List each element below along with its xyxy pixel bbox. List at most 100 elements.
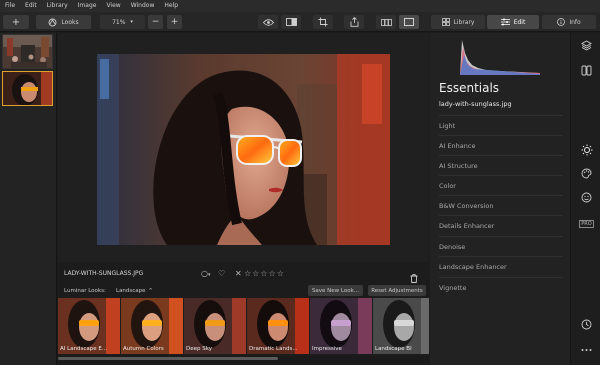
portrait-photo [97,54,390,245]
zoom-select[interactable]: 71% ▾ [100,15,145,29]
library-icon [441,18,450,26]
menu-image[interactable]: Image [78,0,97,12]
image-canvas[interactable] [58,33,429,262]
single-view-icon [404,18,414,26]
filmstrip-thumb-lady[interactable] [2,71,53,106]
crop-button[interactable] [313,15,333,29]
chevron-up-icon: ^ [148,287,153,294]
looks-category-select[interactable]: Landscape ^ [116,288,153,294]
essentials-title: Essentials [439,81,500,95]
looks-category-value: Landscape [116,287,146,294]
share-icon [350,17,358,27]
look-item[interactable]: Autumn Colors [121,298,183,354]
tab-library-label: Library [453,18,475,26]
eye-icon [262,18,274,26]
tab-info-label: Info [569,18,581,26]
chevron-down-icon: ▾ [130,19,133,25]
tab-library[interactable]: Library [431,15,485,29]
heart-icon[interactable]: ♡ [218,269,225,278]
menu-edit[interactable]: Edit [25,0,37,12]
reject-icon[interactable]: ✕ [235,269,242,278]
looks-label: Looks [61,18,79,26]
look-label: Deep Sky [186,346,212,352]
main-photo[interactable] [97,54,390,245]
looks-scrollbar[interactable] [58,356,429,361]
lady-thumbnail [3,72,52,105]
face-icon[interactable] [580,191,593,204]
luminar-window: File Edit Library Image View Window Help… [0,0,600,365]
zoom-in-button[interactable]: + [167,15,182,29]
look-label: Autumn Colors [123,346,164,352]
tool-ai-structure[interactable]: AI Structure [439,155,563,175]
canvas-icon[interactable] [580,64,593,77]
street-thumbnail [3,35,52,68]
look-item[interactable]: Deep Sky [184,298,246,354]
tool-category-bar: PRO [570,33,600,365]
looks-icon [48,18,57,26]
look-label: Impressive [312,346,342,352]
pro-label: PRO [579,219,594,228]
look-item[interactable]: Dramatic Lands... [247,298,309,354]
compare-button[interactable] [281,15,301,29]
add-label: + [11,16,21,28]
palette-icon[interactable] [580,167,593,180]
looks-button[interactable]: Looks [36,15,91,29]
toolbar: + Looks 71% ▾ − + Library Edit Info [0,12,600,32]
edit-panel: Essentials lady-with-sunglass.jpg Light … [430,33,570,365]
reset-adjustments-button[interactable]: Reset Adjustments [368,285,426,296]
history-icon[interactable] [580,318,593,331]
tool-light[interactable]: Light [439,115,563,135]
tool-details-enhancer[interactable]: Details Enhancer [439,215,563,235]
save-new-look-button[interactable]: Save New Look... [308,285,363,296]
tool-vignette[interactable]: Vignette [439,277,563,297]
menu-window[interactable]: Window [131,0,155,12]
color-label-icon[interactable]: ○▾ [201,269,211,278]
tab-edit-label: Edit [513,18,526,26]
image-filename: LADY-WITH-SUNGLASS.JPG [64,269,144,277]
menu-view[interactable]: View [106,0,120,12]
essentials-filename: lady-with-sunglass.jpg [439,100,512,108]
filmstrip-view-button[interactable] [376,15,396,29]
zoom-out-label: − [151,17,160,27]
more-icon[interactable] [580,343,593,356]
info-icon [557,18,566,26]
look-label: AI Landscape E... [60,346,108,352]
histogram [460,35,540,75]
compare-icon [285,18,297,26]
filmstrip-thumb-street[interactable] [2,34,53,69]
tool-denoise[interactable]: Denoise [439,236,563,256]
menu-file[interactable]: File [5,0,15,12]
tab-info[interactable]: Info [542,15,596,29]
image-info-bar: LADY-WITH-SUNGLASS.JPG ○▾ ♡ ✕ ☆☆☆☆☆ [58,263,429,283]
look-item[interactable]: Landscape Bl [373,298,429,354]
zoom-out-button[interactable]: − [148,15,163,29]
preview-eye-button[interactable] [258,15,278,29]
look-label: Dramatic Lands... [249,346,298,352]
single-view-button[interactable] [399,15,419,29]
menu-library[interactable]: Library [47,0,68,12]
tool-bw-conversion[interactable]: B&W Conversion [439,195,563,215]
luminar-looks-bar: Luminar Looks: Landscape ^ Save New Look… [58,283,429,298]
layers-icon[interactable] [580,39,593,52]
zoom-value: 71% [112,18,126,26]
menu-bar: File Edit Library Image View Window Help [0,0,600,12]
add-button[interactable]: + [3,15,29,29]
look-item[interactable]: AI Landscape E... [58,298,120,354]
rating-stars[interactable]: ☆☆☆☆☆ [244,269,285,278]
tool-ai-enhance[interactable]: AI Enhance [439,135,563,155]
look-item[interactable]: Impressive [310,298,372,354]
look-label: Landscape Bl [375,346,412,352]
export-button[interactable] [344,15,364,29]
menu-help[interactable]: Help [164,0,178,12]
scrollbar-thumb[interactable] [58,357,278,360]
sun-icon[interactable] [580,143,593,156]
tool-landscape-enhancer[interactable]: Landscape Enhancer [439,256,563,276]
crop-icon [318,17,328,27]
filmstrip-icon [380,18,392,26]
looks-bar-label: Luminar Looks: [64,287,106,294]
looks-strip: AI Landscape E... Autumn Colors Deep Sky… [58,298,429,354]
tab-edit[interactable]: Edit [487,15,539,29]
zoom-in-label: + [170,17,179,27]
tool-color[interactable]: Color [439,175,563,195]
pro-icon[interactable]: PRO [579,217,594,230]
